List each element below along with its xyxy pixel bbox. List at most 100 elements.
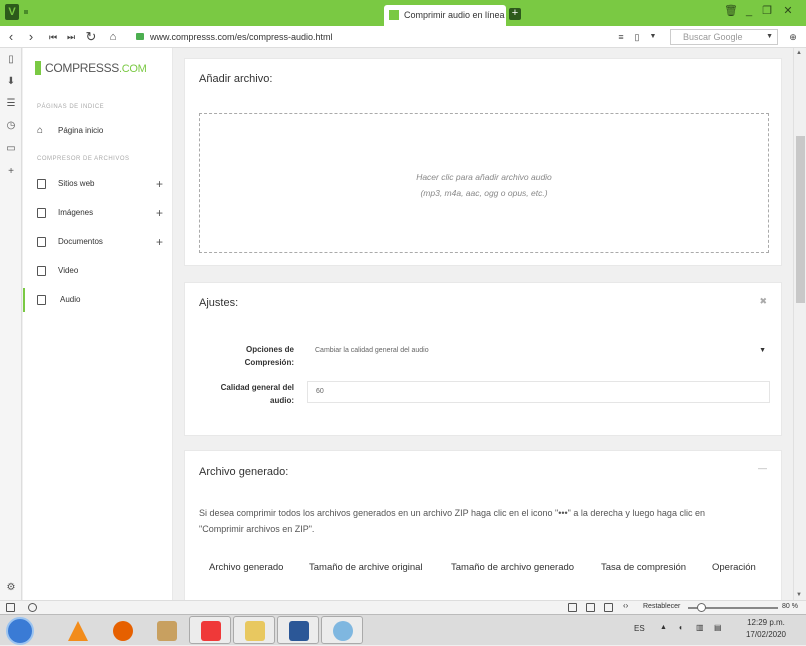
system-tray: ES ▲ ◖ ▥ ▤ 12:29 p.m. 17/02/2020 (630, 615, 806, 646)
tiling-icon[interactable] (586, 603, 595, 612)
network-icon[interactable]: ▥ (696, 623, 704, 632)
title-bar-grip-icon (24, 10, 28, 14)
restore-button[interactable]: ❐ (760, 4, 774, 18)
rewind-button[interactable]: ⏮ (46, 29, 60, 45)
clock[interactable]: 12:29 p.m. 17/02/2020 (736, 618, 796, 639)
start-button[interactable] (6, 617, 34, 645)
label-line: audio: (270, 396, 294, 405)
taskbar-app-word[interactable] (277, 616, 319, 644)
action-center-icon[interactable]: ▤ (714, 623, 722, 632)
image-toggle-icon[interactable] (604, 603, 613, 612)
url-field[interactable]: www.compresss.com/es/compress-audio.html (130, 28, 660, 46)
reader-icon[interactable]: ≡ (614, 29, 628, 45)
window-panel-icon[interactable]: ▭ (5, 143, 17, 155)
forward-button[interactable]: › (24, 29, 38, 45)
output-card: Archivo generado: — Si desea comprimir t… (184, 450, 782, 600)
taskbar-app-archive[interactable] (145, 616, 187, 644)
home-button[interactable]: ⌂ (106, 29, 120, 45)
label-line: Calidad general del (220, 383, 294, 392)
word-icon (289, 621, 309, 641)
zip-instructions-line: Si desea comprimir todos los archivos ge… (199, 508, 705, 518)
sidebar-item-documents[interactable]: Documentos + (23, 230, 173, 254)
vertical-scrollbar[interactable]: ▲ ▼ (793, 48, 806, 600)
volume-icon[interactable]: ◖ (678, 623, 683, 632)
label-line: Compresión: (244, 358, 294, 367)
expand-plus-icon[interactable]: + (156, 230, 163, 254)
expand-plus-icon[interactable]: + (156, 172, 163, 196)
compression-options-select[interactable]: Cambiar la calidad general del audio ▼ (307, 341, 770, 363)
section-index-heading: PÁGINAS DE INDICE (37, 104, 105, 110)
home-icon: ⌂ (37, 125, 44, 136)
notes-panel-icon[interactable]: ☰ (5, 98, 17, 110)
image-icon (37, 208, 46, 218)
column-header: Operación (712, 562, 756, 573)
taskbar-app-vlc[interactable] (56, 616, 98, 644)
scroll-down-icon[interactable]: ▼ (796, 592, 802, 598)
sidebar-item-home[interactable]: ⌂ Página inicio (23, 119, 173, 143)
sidebar-item-label: Documentos (58, 237, 103, 246)
tab-active[interactable]: Comprimir audio en línea (384, 5, 506, 26)
sidebar-item-label: Video (58, 266, 79, 275)
add-file-card: Añadir archivo: Hacer clic para añadir a… (184, 58, 782, 266)
cloud-sync-icon[interactable] (28, 603, 37, 612)
site-sidebar: COMPRESSS.COM PÁGINAS DE INDICE ⌂ Página… (23, 48, 173, 600)
site-logo[interactable]: COMPRESSS.COM (35, 60, 147, 76)
url-text: www.compresss.com/es/compress-audio.html (150, 32, 333, 42)
sidebar-item-images[interactable]: Imágenes + (23, 201, 173, 225)
zoom-level: 80 % (782, 603, 798, 610)
drop-zone-formats: (mp3, m4a, aac, ogg o opus, etc.) (420, 188, 548, 198)
column-header: Tamaño de archivo generado (451, 562, 575, 573)
back-button[interactable]: ‹ (4, 29, 18, 45)
sidebar-item-audio[interactable]: Audio (23, 288, 173, 312)
status-bar: ‹› Restablecer 80 % (0, 600, 806, 614)
sidebar-item-video[interactable]: Video (23, 259, 173, 283)
language-indicator[interactable]: ES (634, 624, 645, 633)
extension-icon[interactable]: ⊕ (786, 29, 800, 45)
vivaldi-icon (201, 621, 221, 641)
capture-icon[interactable] (568, 603, 577, 612)
video-icon (37, 266, 46, 276)
history-panel-icon[interactable]: ◷ (5, 120, 17, 132)
downloads-panel-icon[interactable]: ⬇ (5, 76, 17, 88)
expand-plus-icon[interactable]: + (156, 201, 163, 225)
quality-label: Calidad general del audio: (199, 381, 294, 407)
taskbar-app-paint[interactable] (321, 616, 363, 644)
dropdown-arrow-icon[interactable]: ▼ (646, 29, 660, 45)
taskbar-app-firefox[interactable] (101, 616, 143, 644)
document-icon (37, 237, 46, 247)
code-icon[interactable]: ‹› (623, 601, 632, 610)
quality-input[interactable]: 60 (307, 381, 770, 403)
search-placeholder: Buscar Google (683, 32, 743, 42)
search-engine-dropdown-icon[interactable]: ▼ (766, 30, 773, 44)
zoom-slider[interactable] (688, 603, 778, 612)
clock-time: 12:29 p.m. (747, 618, 785, 627)
show-hidden-icons-icon[interactable]: ▲ (660, 624, 667, 631)
browser-side-panel: ▯ ⬇ ☰ ◷ ▭ + ⚙ (0, 48, 22, 600)
scrollbar-thumb[interactable] (796, 136, 805, 303)
collapse-icon[interactable]: ✖ (759, 296, 767, 307)
zoom-slider-handle[interactable] (697, 603, 706, 612)
bookmark-icon[interactable]: ▯ (630, 29, 644, 45)
bookmarks-panel-icon[interactable]: ▯ (5, 54, 17, 66)
search-input[interactable]: Buscar Google ▼ (670, 29, 778, 45)
new-tab-button[interactable]: + (509, 8, 521, 20)
audio-icon (37, 295, 46, 305)
panel-toggle-icon[interactable] (6, 603, 15, 612)
more-options-icon[interactable]: — (758, 463, 767, 473)
close-button[interactable]: ✕ (781, 4, 795, 18)
reload-button[interactable]: ↻ (84, 29, 98, 45)
trash-icon[interactable]: 🗑 (724, 4, 738, 18)
fast-forward-button[interactable]: ⏭ (64, 29, 78, 45)
vivaldi-logo-icon[interactable]: V (5, 4, 19, 20)
paint-icon (333, 621, 353, 641)
reset-zoom-button[interactable]: Restablecer (643, 603, 680, 610)
taskbar-app-explorer[interactable] (233, 616, 275, 644)
minimize-button[interactable]: _ (742, 4, 756, 18)
settings-gear-icon[interactable]: ⚙ (5, 582, 17, 594)
sidebar-item-sites[interactable]: Sitios web + (23, 172, 173, 196)
add-panel-icon[interactable]: + (5, 166, 17, 178)
tab-favicon-icon (389, 10, 399, 20)
file-drop-zone[interactable]: Hacer clic para añadir archivo audio (mp… (199, 113, 769, 253)
taskbar-app-vivaldi[interactable] (189, 616, 231, 644)
scroll-up-icon[interactable]: ▲ (796, 50, 802, 56)
